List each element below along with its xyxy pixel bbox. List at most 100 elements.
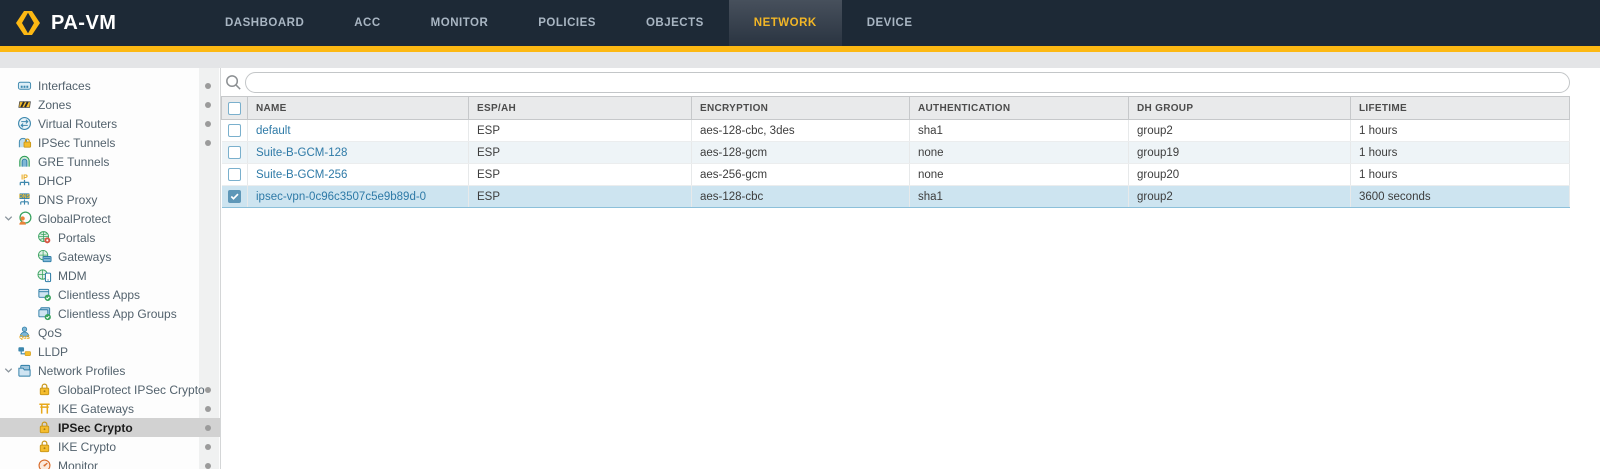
sidebar-item-gateways[interactable]: Gateways bbox=[0, 247, 220, 266]
sidebar-item-qos[interactable]: QoS QoS bbox=[0, 323, 220, 342]
virtual-routers-icon bbox=[17, 116, 32, 131]
brand-title: PA-VM bbox=[51, 12, 116, 35]
cell-authentication: none bbox=[910, 142, 1129, 164]
profile-name-link[interactable]: Suite-B-GCM-256 bbox=[256, 169, 347, 181]
main-panel: NAME ESP/AH ENCRYPTION AUTHENTICATION DH… bbox=[221, 68, 1600, 469]
cell-dh-group: group20 bbox=[1129, 164, 1351, 186]
status-dot bbox=[205, 387, 211, 393]
tab-network[interactable]: NETWORK bbox=[729, 0, 842, 46]
sidebar-item-label: Monitor bbox=[58, 459, 98, 469]
cell-authentication: none bbox=[910, 164, 1129, 186]
toolbar-strip bbox=[0, 52, 1600, 68]
sidebar-item-ipsec-crypto[interactable]: IPSec Crypto bbox=[0, 418, 220, 437]
portals-icon bbox=[37, 230, 52, 245]
sidebar-item-globalprotect-ipsec-crypto[interactable]: GlobalProtect IPSec Crypto bbox=[0, 380, 220, 399]
sidebar-item-gre-tunnels[interactable]: GRE Tunnels bbox=[0, 152, 220, 171]
sidebar-item-label: Network Profiles bbox=[38, 364, 125, 378]
sidebar-item-ipsec-tunnels[interactable]: IPSec Tunnels bbox=[0, 133, 220, 152]
network-profiles-icon bbox=[17, 363, 32, 378]
sidebar-item-globalprotect[interactable]: GlobalProtect bbox=[0, 209, 220, 228]
dhcp-icon: IP bbox=[17, 173, 32, 188]
content: Interfaces Zones Virtual Routers IPSec T… bbox=[0, 68, 1600, 469]
column-header-authentication[interactable]: AUTHENTICATION bbox=[910, 97, 1129, 120]
sidebar-item-label: Gateways bbox=[58, 250, 111, 264]
row-checkbox-checked[interactable] bbox=[228, 190, 241, 203]
chevron-down-icon[interactable] bbox=[3, 365, 14, 376]
status-dot bbox=[205, 425, 211, 431]
ipsec-crypto-table: NAME ESP/AH ENCRYPTION AUTHENTICATION DH… bbox=[221, 96, 1570, 208]
cell-esp-ah: ESP bbox=[469, 164, 692, 186]
column-header-name[interactable]: NAME bbox=[248, 97, 469, 120]
cell-dh-group: group2 bbox=[1129, 186, 1351, 208]
tab-objects[interactable]: OBJECTS bbox=[621, 0, 729, 46]
cell-lifetime: 3600 seconds bbox=[1351, 186, 1570, 208]
column-header-lifetime[interactable]: LIFETIME bbox=[1351, 97, 1570, 120]
row-checkbox[interactable] bbox=[228, 124, 241, 137]
monitor-icon bbox=[37, 458, 52, 469]
tab-monitor[interactable]: MONITOR bbox=[406, 0, 514, 46]
sidebar-item-lldp[interactable]: LLDP bbox=[0, 342, 220, 361]
lock-icon bbox=[37, 420, 52, 435]
sidebar-item-clientless-apps[interactable]: Clientless Apps bbox=[0, 285, 220, 304]
gre-tunnels-icon bbox=[17, 154, 32, 169]
row-checkbox[interactable] bbox=[228, 146, 241, 159]
table-row[interactable]: Suite-B-GCM-256 ESP aes-256-gcm none gro… bbox=[222, 164, 1570, 186]
table-row-selected[interactable]: ipsec-vpn-0c96c3507c5e9b89d-0 ESP aes-12… bbox=[222, 186, 1570, 208]
sidebar-item-dns-proxy[interactable]: DNS DNS Proxy bbox=[0, 190, 220, 209]
sidebar-item-clientless-app-groups[interactable]: Clientless App Groups bbox=[0, 304, 220, 323]
status-dot bbox=[205, 140, 211, 146]
status-dot bbox=[205, 444, 211, 450]
cell-lifetime: 1 hours bbox=[1351, 120, 1570, 142]
profile-name-link[interactable]: Suite-B-GCM-128 bbox=[256, 147, 347, 159]
sidebar-item-zones[interactable]: Zones bbox=[0, 95, 220, 114]
ike-gateways-icon bbox=[37, 401, 52, 416]
sidebar-item-portals[interactable]: Portals bbox=[0, 228, 220, 247]
column-header-esp-ah[interactable]: ESP/AH bbox=[469, 97, 692, 120]
sidebar-item-monitor[interactable]: Monitor bbox=[0, 456, 220, 469]
gateways-icon bbox=[37, 249, 52, 264]
dns-proxy-icon: DNS bbox=[17, 192, 32, 207]
zones-icon bbox=[17, 97, 32, 112]
sidebar-item-label: GlobalProtect bbox=[38, 212, 111, 226]
sidebar-item-ike-crypto[interactable]: IKE Crypto bbox=[0, 437, 220, 456]
sidebar-item-dhcp[interactable]: IP DHCP bbox=[0, 171, 220, 190]
cell-authentication: sha1 bbox=[910, 186, 1129, 208]
status-dot bbox=[205, 121, 211, 127]
tab-acc[interactable]: ACC bbox=[329, 0, 405, 46]
chevron-down-icon[interactable] bbox=[3, 213, 14, 224]
tab-policies[interactable]: POLICIES bbox=[513, 0, 621, 46]
globalprotect-icon bbox=[17, 211, 32, 226]
column-header-encryption[interactable]: ENCRYPTION bbox=[692, 97, 910, 120]
table-row[interactable]: default ESP aes-128-cbc, 3des sha1 group… bbox=[222, 120, 1570, 142]
clientless-app-groups-icon bbox=[37, 306, 52, 321]
cell-encryption: aes-128-cbc bbox=[692, 186, 910, 208]
sidebar-item-interfaces[interactable]: Interfaces bbox=[0, 76, 220, 95]
sidebar-item-label: Clientless App Groups bbox=[58, 307, 177, 321]
select-all-checkbox[interactable] bbox=[228, 102, 241, 115]
sidebar-item-label: DNS Proxy bbox=[38, 193, 97, 207]
cell-encryption: aes-256-gcm bbox=[692, 164, 910, 186]
table-row[interactable]: Suite-B-GCM-128 ESP aes-128-gcm none gro… bbox=[222, 142, 1570, 164]
tab-device[interactable]: DEVICE bbox=[842, 0, 938, 46]
qos-icon: QoS bbox=[17, 325, 32, 340]
sidebar-item-label: GlobalProtect IPSec Crypto bbox=[58, 383, 205, 397]
row-checkbox[interactable] bbox=[228, 168, 241, 181]
sidebar-item-label: IKE Gateways bbox=[58, 402, 134, 416]
profile-name-link[interactable]: ipsec-vpn-0c96c3507c5e9b89d-0 bbox=[256, 191, 426, 203]
sidebar-item-network-profiles[interactable]: Network Profiles bbox=[0, 361, 220, 380]
cell-esp-ah: ESP bbox=[469, 186, 692, 208]
sidebar-item-mdm[interactable]: MDM bbox=[0, 266, 220, 285]
cell-esp-ah: ESP bbox=[469, 120, 692, 142]
sidebar-item-ike-gateways[interactable]: IKE Gateways bbox=[0, 399, 220, 418]
search-input[interactable] bbox=[245, 72, 1570, 93]
top-navbar: PA-VM DASHBOARD ACC MONITOR POLICIES OBJ… bbox=[0, 0, 1600, 46]
tab-dashboard[interactable]: DASHBOARD bbox=[200, 0, 329, 46]
palo-alto-logo-icon bbox=[14, 9, 42, 37]
cell-dh-group: group19 bbox=[1129, 142, 1351, 164]
sidebar-item-virtual-routers[interactable]: Virtual Routers bbox=[0, 114, 220, 133]
cell-esp-ah: ESP bbox=[469, 142, 692, 164]
profile-name-link[interactable]: default bbox=[256, 125, 291, 137]
cell-authentication: sha1 bbox=[910, 120, 1129, 142]
column-header-dh-group[interactable]: DH GROUP bbox=[1129, 97, 1351, 120]
cell-lifetime: 1 hours bbox=[1351, 164, 1570, 186]
